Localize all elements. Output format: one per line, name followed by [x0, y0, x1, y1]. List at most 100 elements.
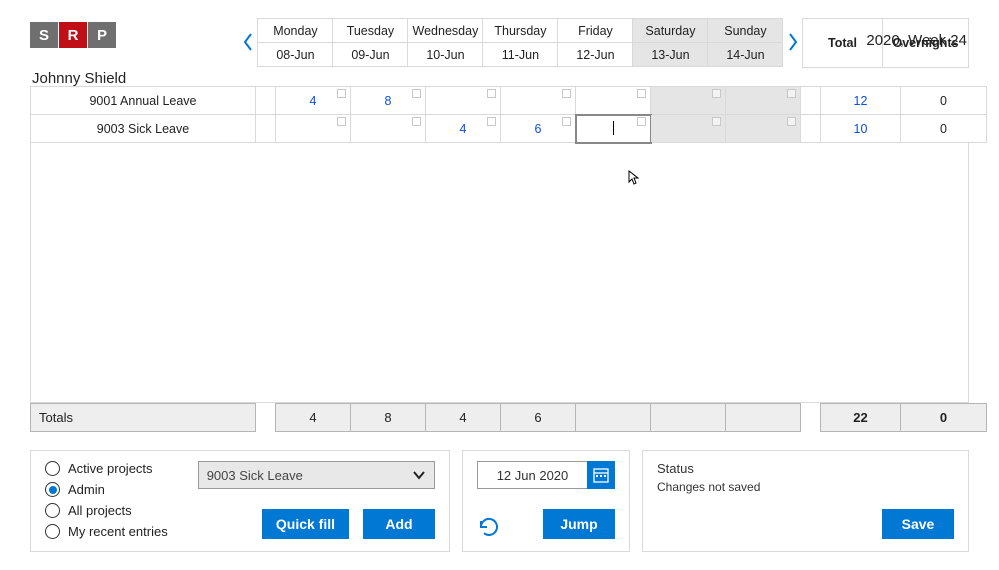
- calendar-day-header: MondayTuesdayWednesdayThursdayFridaySatu…: [257, 18, 783, 67]
- totals-day-cell: [726, 404, 801, 432]
- time-entry-cell[interactable]: [351, 115, 426, 143]
- time-entry-cell[interactable]: 8: [351, 87, 426, 115]
- filter-radio-label: Active projects: [68, 461, 153, 476]
- time-entry-cell[interactable]: [726, 87, 801, 115]
- row-total-cell: 12: [821, 87, 901, 115]
- time-entry-cell[interactable]: 6: [501, 115, 576, 143]
- totals-day-cell: 4: [426, 404, 501, 432]
- chevron-down-icon: [412, 468, 426, 482]
- quick-fill-button[interactable]: Quick fill: [262, 509, 349, 539]
- totals-row: Totals4846220: [30, 403, 987, 432]
- totals-label: Totals: [31, 404, 256, 432]
- date-jump-panel: 12 Jun 2020: [462, 450, 630, 552]
- prev-week-button[interactable]: [239, 18, 258, 66]
- time-entry-cell[interactable]: [501, 87, 576, 115]
- status-message: Changes not saved: [657, 480, 954, 494]
- logo-letter: P: [88, 22, 116, 48]
- time-entry-cell[interactable]: [576, 87, 651, 115]
- refresh-icon: [477, 515, 501, 539]
- checkbox-icon[interactable]: [412, 117, 421, 126]
- time-entry-cell[interactable]: [651, 115, 726, 143]
- day-date-header: 10-Jun: [408, 43, 483, 67]
- calendar-icon: [593, 467, 609, 483]
- time-entry-cell[interactable]: [426, 87, 501, 115]
- checkbox-icon[interactable]: [337, 117, 346, 126]
- totals-total-cell: 22: [821, 404, 901, 432]
- checkbox-icon[interactable]: [712, 89, 721, 98]
- save-button[interactable]: Save: [882, 509, 954, 539]
- day-name-header: Tuesday: [333, 19, 408, 43]
- time-entry-cell[interactable]: [651, 87, 726, 115]
- refresh-button[interactable]: [477, 515, 501, 539]
- time-entry-cell[interactable]: [276, 115, 351, 143]
- filter-radio-option[interactable]: Active projects: [45, 461, 168, 476]
- jump-date-input[interactable]: 12 Jun 2020: [477, 461, 587, 489]
- time-entry-cell[interactable]: 4: [276, 87, 351, 115]
- totals-day-cell: [651, 404, 726, 432]
- day-date-header: 09-Jun: [333, 43, 408, 67]
- day-name-header: Wednesday: [408, 19, 483, 43]
- next-week-button[interactable]: [783, 18, 802, 66]
- day-name-header: Saturday: [633, 19, 708, 43]
- checkbox-icon[interactable]: [487, 89, 496, 98]
- checkbox-icon[interactable]: [787, 89, 796, 98]
- project-name-cell[interactable]: 9003 Sick Leave: [31, 115, 256, 143]
- add-project-button[interactable]: Add: [363, 509, 435, 539]
- date-picker-button[interactable]: [587, 461, 615, 489]
- day-name-header: Friday: [558, 19, 633, 43]
- project-select-value: 9003 Sick Leave: [207, 468, 303, 483]
- filter-radio-option[interactable]: My recent entries: [45, 524, 168, 539]
- time-entry-cell[interactable]: [576, 115, 651, 143]
- user-name: Johnny Shield: [32, 70, 239, 87]
- text-caret: [613, 121, 614, 135]
- totals-overnights-cell: 0: [901, 404, 987, 432]
- radio-icon: [45, 503, 60, 518]
- day-date-header: 08-Jun: [258, 43, 333, 67]
- checkbox-icon[interactable]: [787, 117, 796, 126]
- timesheet-empty-area: [30, 143, 969, 403]
- filter-radio-option[interactable]: Admin: [45, 482, 168, 497]
- checkbox-icon[interactable]: [637, 117, 646, 126]
- status-panel: Status Changes not saved Save: [642, 450, 969, 552]
- filter-radio-option[interactable]: All projects: [45, 503, 168, 518]
- chevron-right-icon: [787, 32, 799, 52]
- radio-icon: [45, 524, 60, 539]
- timesheet-grid: 9001 Annual Leave481209003 Sick Leave461…: [30, 86, 987, 143]
- app-logo: S R P: [30, 22, 239, 48]
- day-name-header: Monday: [258, 19, 333, 43]
- checkbox-icon[interactable]: [337, 89, 346, 98]
- chevron-left-icon: [242, 32, 254, 52]
- day-date-header: 14-Jun: [708, 43, 783, 67]
- row-overnights-cell: 0: [901, 87, 987, 115]
- radio-icon: [45, 461, 60, 476]
- status-title: Status: [657, 461, 954, 476]
- totals-day-cell: 8: [351, 404, 426, 432]
- row-overnights-cell: 0: [901, 115, 987, 143]
- jump-button[interactable]: Jump: [543, 509, 615, 539]
- totals-day-cell: [576, 404, 651, 432]
- checkbox-icon[interactable]: [487, 117, 496, 126]
- project-row: 9001 Annual Leave 48 120: [31, 87, 987, 115]
- logo-letter: S: [30, 22, 58, 48]
- checkbox-icon[interactable]: [562, 117, 571, 126]
- checkbox-icon[interactable]: [412, 89, 421, 98]
- project-row: 9003 Sick Leave 46 100: [31, 115, 987, 143]
- checkbox-icon[interactable]: [637, 89, 646, 98]
- project-name-cell[interactable]: 9001 Annual Leave: [31, 87, 256, 115]
- day-name-header: Thursday: [483, 19, 558, 43]
- filter-radio-label: My recent entries: [68, 524, 168, 539]
- checkbox-icon[interactable]: [712, 117, 721, 126]
- radio-icon: [45, 482, 60, 497]
- time-entry-cell[interactable]: 4: [426, 115, 501, 143]
- filter-radio-label: Admin: [68, 482, 105, 497]
- project-select[interactable]: 9003 Sick Leave: [198, 461, 435, 489]
- day-date-header: 13-Jun: [633, 43, 708, 67]
- checkbox-icon[interactable]: [562, 89, 571, 98]
- day-date-header: 11-Jun: [483, 43, 558, 67]
- time-entry-cell[interactable]: [726, 115, 801, 143]
- day-date-header: 12-Jun: [558, 43, 633, 67]
- day-name-header: Sunday: [708, 19, 783, 43]
- row-total-cell: 10: [821, 115, 901, 143]
- filter-radio-label: All projects: [68, 503, 132, 518]
- totals-day-cell: 4: [276, 404, 351, 432]
